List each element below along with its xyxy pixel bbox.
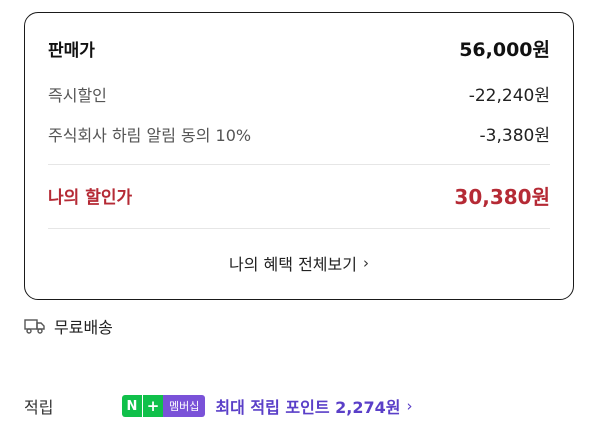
shipping-info: 무료배송 (24, 314, 113, 338)
points-row: 적립 N + 멤버십 최대 적립 포인트 2,274원 › (24, 394, 580, 418)
final-price-value: 30,380원 (454, 185, 550, 209)
discount-row-notification: 주식회사 하림 알림 동의 10% -3,380원 (48, 121, 550, 147)
naver-plus-membership-badge: N + 멤버십 (122, 395, 206, 417)
chevron-right-icon: › (406, 397, 413, 415)
shipping-label: 무료배송 (54, 318, 113, 337)
view-all-benefits-label: 나의 혜택 전체보기 (229, 255, 357, 274)
view-all-benefits-link[interactable]: 나의 혜택 전체보기 › (25, 251, 573, 275)
discount-label: 주식회사 하림 알림 동의 10% (48, 125, 252, 145)
membership-label: 멤버십 (163, 395, 206, 417)
plus-icon: + (142, 395, 163, 417)
max-points-link[interactable]: 최대 적립 포인트 2,274원 › (215, 394, 412, 418)
chevron-right-icon: › (362, 254, 369, 272)
discount-row-instant: 즉시할인 -22,240원 (48, 81, 550, 107)
price-label: 판매가 (48, 41, 95, 61)
price-value: 56,000원 (459, 39, 550, 61)
final-price-label: 나의 할인가 (48, 188, 133, 208)
price-summary-card: 판매가 56,000원 즉시할인 -22,240원 주식회사 하림 알림 동의 … (24, 12, 574, 300)
naver-n-logo: N (122, 395, 142, 417)
divider (48, 164, 550, 165)
truck-icon (24, 318, 46, 334)
discount-value: -22,240원 (468, 86, 550, 106)
discount-value: -3,380원 (479, 126, 550, 146)
price-row: 판매가 56,000원 (48, 35, 550, 62)
max-points-text: 최대 적립 포인트 2,274원 (215, 398, 401, 417)
final-price-row: 나의 할인가 30,380원 (48, 181, 550, 210)
points-label: 적립 (24, 398, 54, 417)
divider (48, 228, 550, 229)
discount-label: 즉시할인 (48, 85, 107, 105)
